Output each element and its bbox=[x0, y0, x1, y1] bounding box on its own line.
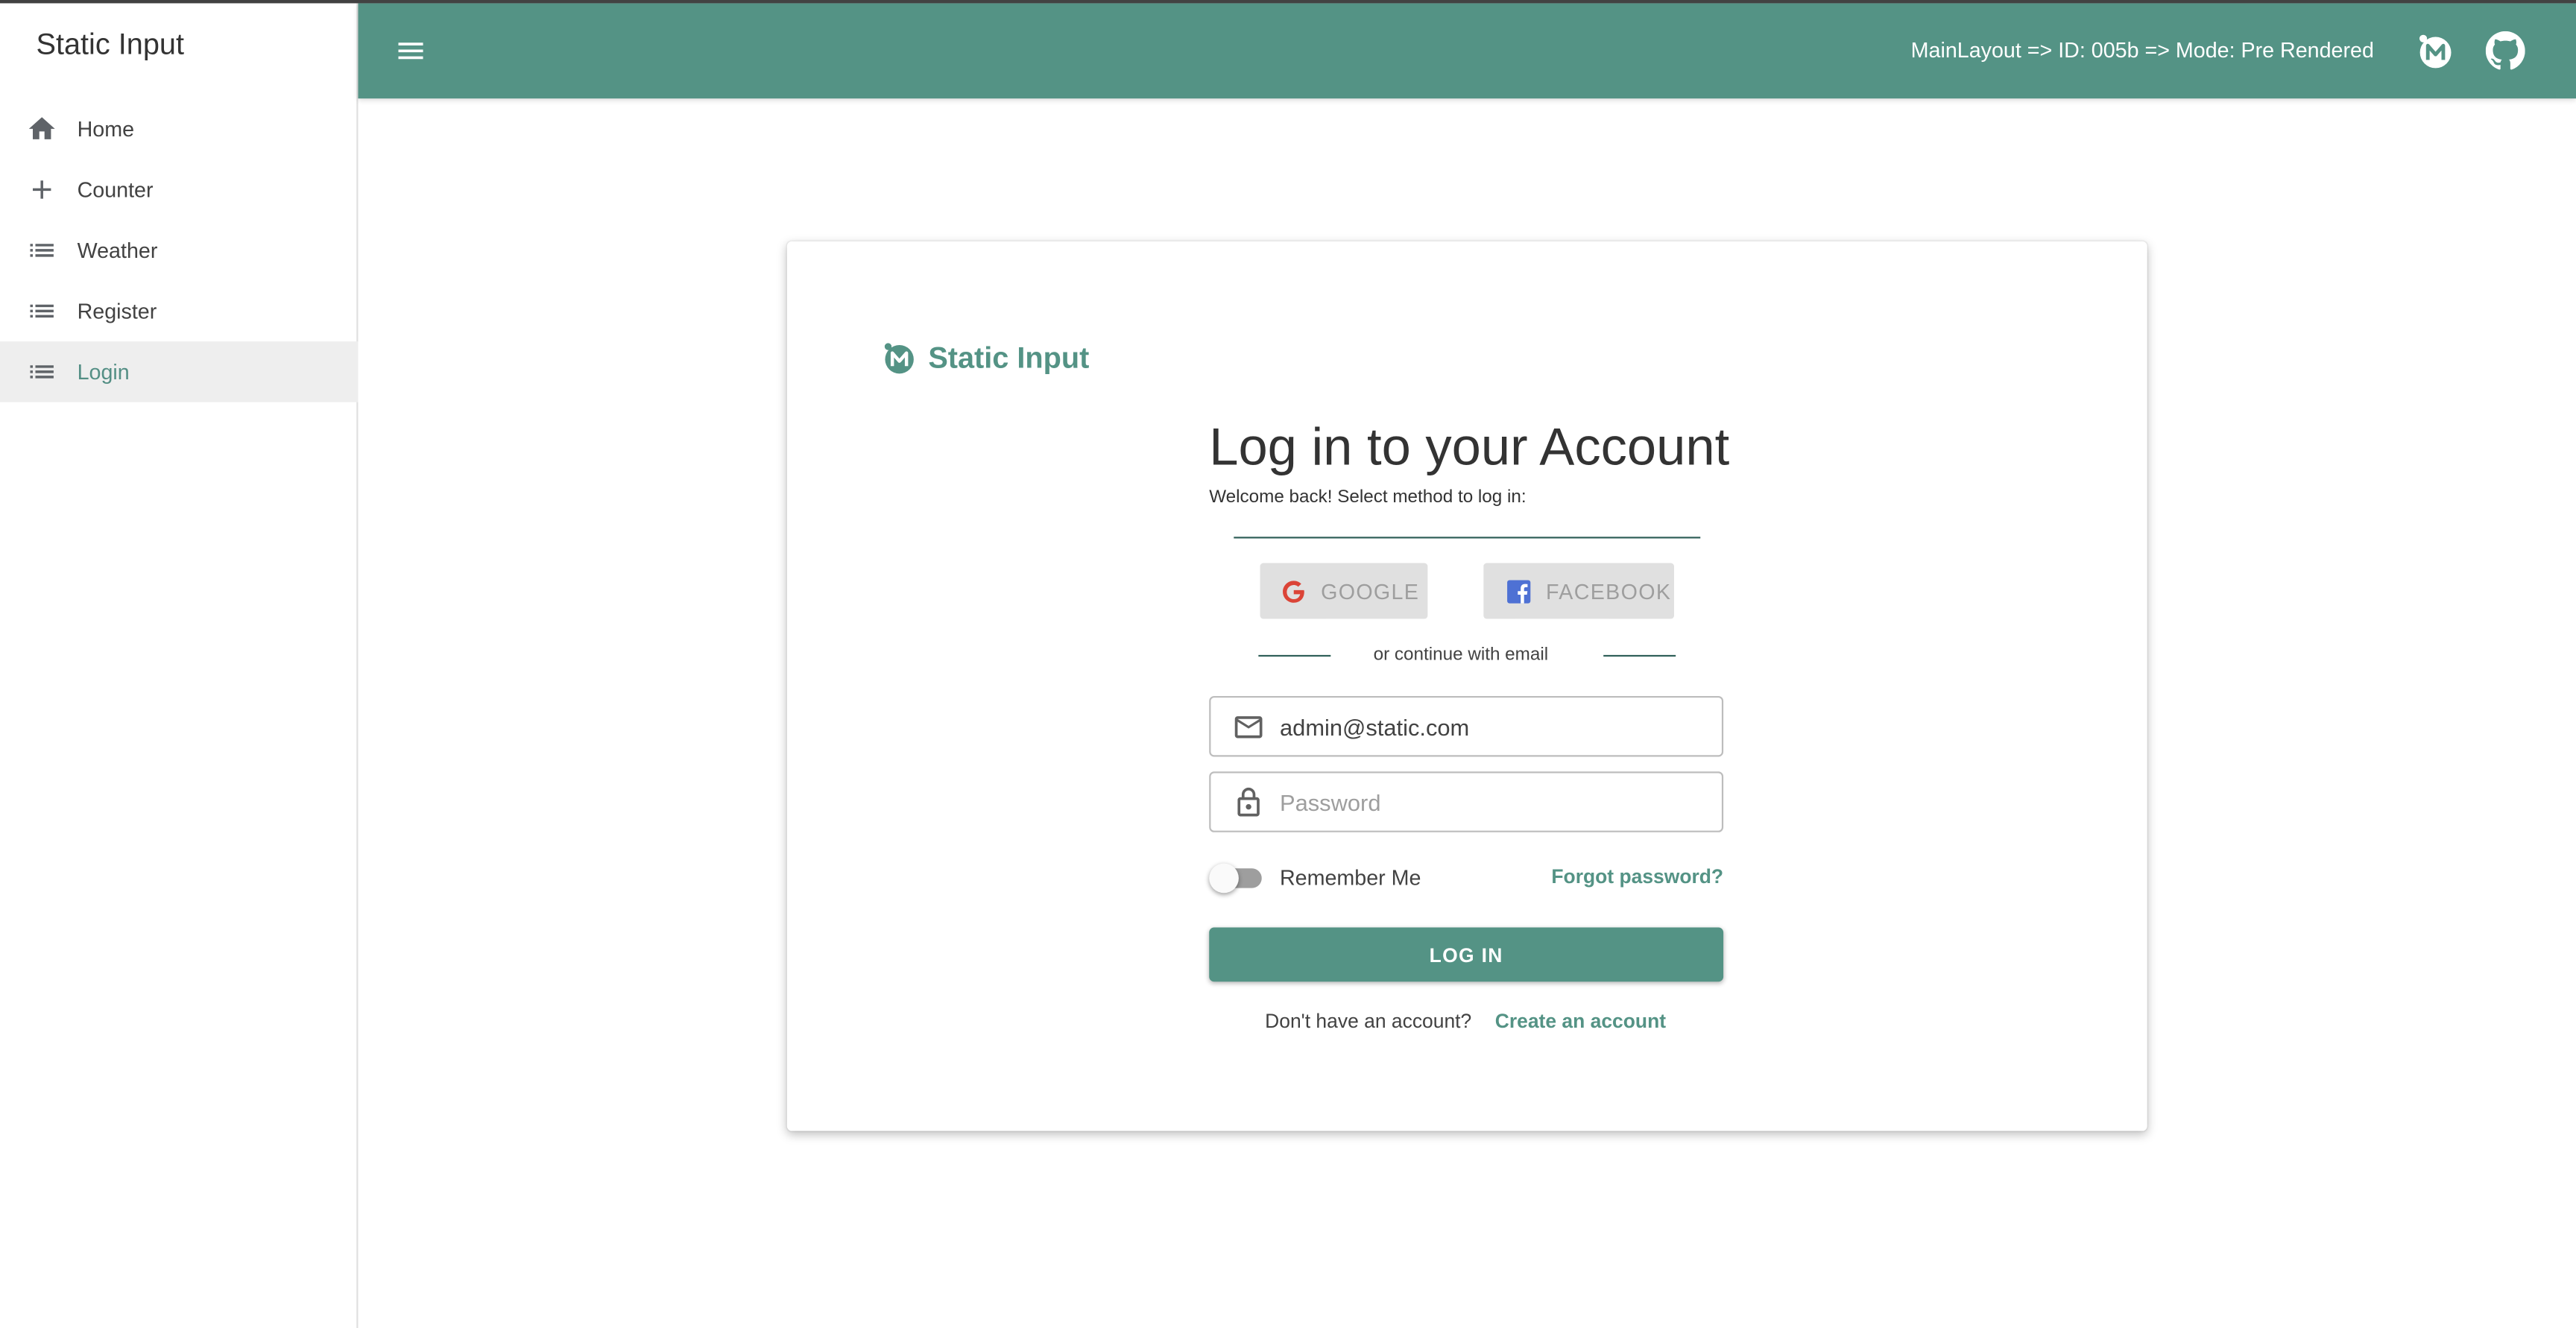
password-field[interactable] bbox=[1209, 771, 1724, 832]
email-input[interactable] bbox=[1279, 713, 1691, 740]
email-field[interactable] bbox=[1209, 695, 1724, 757]
google-login-button[interactable]: GOOGLE bbox=[1260, 563, 1428, 619]
sidebar-item-home[interactable]: Home bbox=[0, 98, 358, 159]
sidebar-item-label: Weather bbox=[77, 238, 158, 263]
lock-icon bbox=[1232, 785, 1265, 818]
sidebar-item-label: Home bbox=[77, 116, 135, 142]
create-account-link[interactable]: Create an account bbox=[1495, 1010, 1666, 1033]
brand: Static Input bbox=[880, 340, 1089, 376]
home-icon bbox=[26, 113, 57, 145]
github-icon[interactable] bbox=[2485, 31, 2525, 71]
sidebar-nav: Home Counter Weather Register Login bbox=[0, 98, 359, 402]
sidebar-title: Static Input bbox=[36, 28, 184, 61]
sidebar-item-register[interactable]: Register bbox=[0, 281, 358, 341]
plus-icon bbox=[26, 174, 57, 205]
sidebar-item-counter[interactable]: Counter bbox=[0, 159, 358, 220]
facebook-login-button[interactable]: FACEBOOK bbox=[1483, 563, 1674, 619]
page-title: Log in to your Account bbox=[1209, 417, 1730, 476]
sidebar-item-label: Login bbox=[77, 359, 130, 385]
list-icon bbox=[26, 356, 57, 388]
sidebar-item-weather[interactable]: Weather bbox=[0, 220, 358, 280]
app-root: Static Input Home Counter Weather Regist… bbox=[0, 0, 2576, 1328]
facebook-label: FACEBOOK bbox=[1546, 578, 1672, 604]
password-input[interactable] bbox=[1279, 788, 1691, 815]
facebook-icon bbox=[1505, 577, 1532, 604]
layout-info-text: MainLayout => ID: 005b => Mode: Pre Rend… bbox=[1910, 37, 2374, 63]
google-label: GOOGLE bbox=[1321, 578, 1420, 604]
login-button[interactable]: LOG IN bbox=[1209, 927, 1724, 982]
divider-right bbox=[1603, 654, 1676, 657]
mail-icon bbox=[1232, 710, 1265, 743]
toggle-knob bbox=[1209, 863, 1239, 894]
divider bbox=[1234, 537, 1701, 539]
sidebar-item-label: Counter bbox=[77, 177, 154, 202]
app-bar: MainLayout => ID: 005b => Mode: Pre Rend… bbox=[358, 3, 2576, 99]
list-icon bbox=[26, 235, 57, 266]
page-subtitle: Welcome back! Select method to log in: bbox=[1209, 487, 1527, 508]
sidebar-item-label: Register bbox=[77, 298, 157, 323]
sidebar: Static Input Home Counter Weather Regist… bbox=[0, 3, 359, 1328]
remember-me-toggle[interactable] bbox=[1209, 863, 1262, 894]
menu-icon[interactable] bbox=[394, 34, 427, 67]
no-account-text: Don't have an account? bbox=[1265, 1009, 1472, 1033]
google-icon bbox=[1280, 577, 1307, 604]
login-card: Static Input Log in to your Account Welc… bbox=[786, 241, 2147, 1131]
list-icon bbox=[26, 295, 57, 326]
static-input-logo-icon bbox=[880, 340, 916, 376]
sidebar-item-login[interactable]: Login bbox=[0, 341, 359, 402]
brand-name: Static Input bbox=[928, 341, 1090, 374]
divider-left bbox=[1258, 654, 1331, 657]
divider-text: or continue with email bbox=[1373, 645, 1549, 665]
static-input-logo-icon[interactable] bbox=[2415, 31, 2455, 71]
remember-me-label: Remember Me bbox=[1279, 864, 1421, 890]
window-top-border bbox=[0, 0, 2576, 4]
forgot-password-link[interactable]: Forgot password? bbox=[1551, 865, 1723, 888]
